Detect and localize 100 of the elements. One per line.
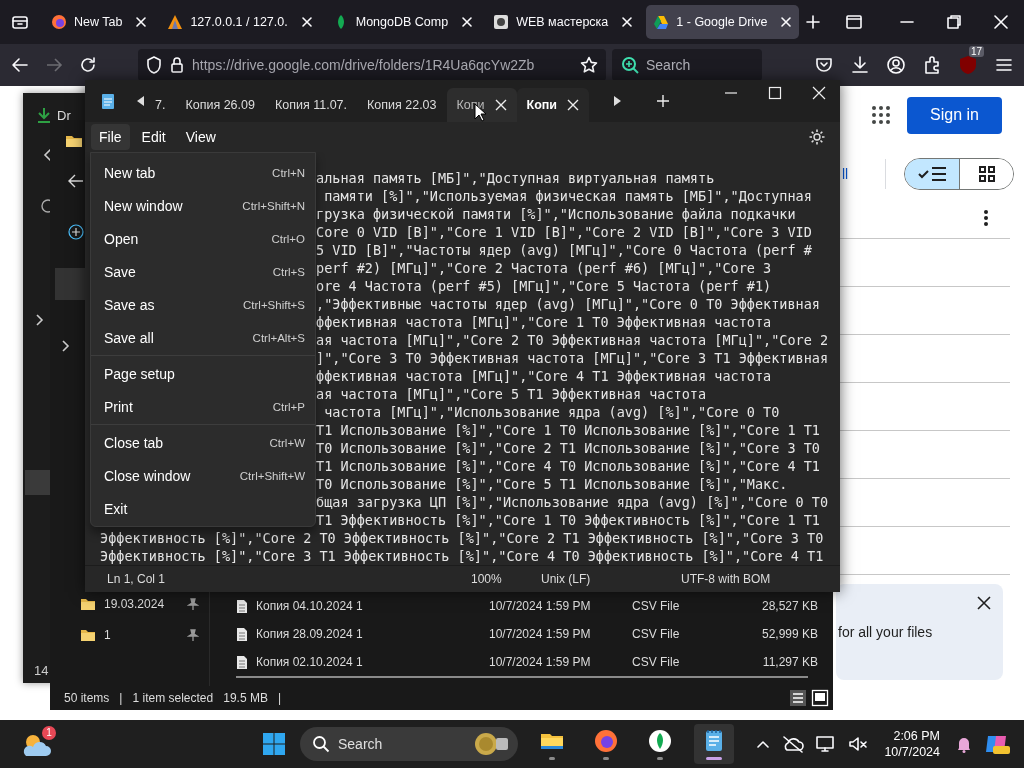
table-cell-text: 28,527 KB <box>760 599 818 613</box>
apps-grid-icon[interactable] <box>871 105 891 125</box>
text-line: ффективная частота [МГц]","Core 4 T1 Эффективная частота <box>316 367 773 385</box>
text-line: грузка физической памяти [%]","Использование файла подкачки <box>316 205 797 223</box>
text-line: T1 Использование [%]","Core 1 T0 Использование [%]","Core 1 T1 <box>316 421 821 439</box>
grid-icon <box>976 164 997 184</box>
download-icon[interactable] <box>850 55 870 75</box>
cloud-off-icon[interactable] <box>782 735 805 753</box>
account-icon[interactable] <box>886 55 906 75</box>
window-icon[interactable] <box>845 14 864 30</box>
menu-option[interactable]: Save as Ctrl+Shift+S <box>91 288 315 321</box>
file-name[interactable]: Копия 28.09.2024 1 <box>256 627 481 641</box>
file-name[interactable]: Копия 04.10.2024 1 <box>256 599 481 613</box>
close-icon[interactable] <box>977 596 991 610</box>
table-cell-text: 52,999 KB <box>760 627 818 641</box>
restore-icon[interactable] <box>947 15 961 29</box>
notepad-icon <box>101 92 115 110</box>
star-icon[interactable] <box>580 56 598 74</box>
browser-tab[interactable]: WEB мастерска <box>486 5 641 39</box>
menu-option[interactable]: Save all Ctrl+Alt+S <box>91 321 315 354</box>
sign-in-button[interactable]: Sign in <box>907 96 1002 134</box>
details-view-icon[interactable] <box>789 689 807 707</box>
text-line: perf #2) [МГц]","Core 2 Частота (perf #6) [МГц]","Core 3 <box>316 259 773 277</box>
clock-date[interactable]: 10/7/2024 <box>884 744 940 760</box>
browser-tab[interactable]: 1 - Google Drive <box>646 5 800 39</box>
add-icon[interactable] <box>68 224 84 240</box>
status-text: Unix (LF) <box>541 572 592 586</box>
text-line: альная память [МБ]","Доступная виртуальная память <box>316 169 716 187</box>
folder-icon[interactable] <box>65 134 83 148</box>
chevron-right-icon[interactable] <box>62 340 70 352</box>
leaf-icon <box>647 728 673 754</box>
menu-item[interactable]: View <box>177 124 224 150</box>
chevron-right-icon <box>36 314 44 326</box>
editor-tab[interactable]: Копия 22.03 <box>357 88 447 122</box>
maximize-icon[interactable] <box>768 86 782 100</box>
lock-icon <box>170 56 184 74</box>
text-line: ,"Эффективные частоты ядер (avg) [МГц]","Core 0 T0 Эффективная <box>316 295 821 313</box>
more-options-icon[interactable] <box>984 210 988 226</box>
menu-option[interactable]: Close window Ctrl+Shift+W <box>91 459 315 492</box>
grid-view-button[interactable] <box>959 159 1013 189</box>
menu-option[interactable]: Page setup <box>91 357 315 390</box>
start-icon[interactable] <box>262 732 286 756</box>
document-icon <box>236 626 248 642</box>
puzzle-icon[interactable] <box>922 55 942 75</box>
menu-option[interactable]: Open Ctrl+O <box>91 222 315 255</box>
view-toggle[interactable] <box>904 158 1014 190</box>
text-line: Эффективность [%]","Core 3 T1 Эффективность [%]","Core 4 T0 Эффективность [%]","Core 4 T1 <box>99 547 825 565</box>
menu-option[interactable]: Close tab Ctrl+W <box>91 426 315 459</box>
firefox-icon <box>593 728 619 754</box>
browser-tab[interactable]: 127.0.0.1 / 127.0. <box>160 5 320 39</box>
reload-icon[interactable] <box>78 55 98 75</box>
bell-icon[interactable] <box>956 735 972 753</box>
new-tab-icon[interactable] <box>657 95 670 107</box>
editor-tab[interactable]: 7. <box>145 88 176 122</box>
settings-icon[interactable] <box>808 128 826 146</box>
sidebar-item[interactable]: 1 <box>50 619 209 650</box>
status-text: 50 items <box>64 691 110 705</box>
menu-option[interactable]: New window Ctrl+Shift+N <box>91 189 315 222</box>
table-cell-text: CSV File <box>632 627 681 641</box>
back-icon[interactable] <box>10 55 30 75</box>
scrollbar[interactable] <box>236 676 808 678</box>
link-text[interactable]: ll <box>842 166 849 182</box>
menu-item[interactable]: Edit <box>133 124 174 150</box>
editor-tab[interactable]: Копия 11.07. <box>264 88 357 122</box>
search-field[interactable]: Search <box>300 727 518 761</box>
text-line: T1 Эффективность [%]","Core 1 T0 Эффективность [%]","Core 1 T1 <box>316 511 821 529</box>
speaker-muted-icon[interactable] <box>848 735 869 753</box>
list-view-button[interactable] <box>905 159 959 189</box>
search-field[interactable]: Search <box>612 49 762 81</box>
editor-tab[interactable]: Копия 26.09 <box>175 88 265 122</box>
file-name[interactable]: Копия 02.10.2024 1 <box>256 655 481 669</box>
menu-option[interactable]: Save Ctrl+S <box>91 255 315 288</box>
pocket-icon[interactable] <box>814 55 834 75</box>
triangle-logo-icon <box>653 14 670 30</box>
table-cell-text: 11,297 KB <box>761 655 818 669</box>
sidebar-label: Dr <box>57 107 71 123</box>
menu-option[interactable]: Exit <box>91 492 315 525</box>
table-cell-text: 10/7/2024 1:59 PM <box>489 599 592 613</box>
text-line: ая частота [МГц]","Core 5 T1 Эффективная частота <box>316 385 708 403</box>
menu-option[interactable]: New tab Ctrl+N <box>91 156 315 189</box>
tiles-view-icon[interactable] <box>811 689 829 707</box>
scroll-right-icon[interactable] <box>613 96 622 106</box>
notepad-button[interactable] <box>694 724 734 764</box>
monitor-icon[interactable] <box>816 735 837 753</box>
sidebar-item[interactable]: 19.03.2024 <box>50 588 209 619</box>
browser-tab[interactable]: New Tab <box>44 5 155 39</box>
text-line: ore 4 Частота (perf #5) [МГц]","Core 5 Частота (perf #1) <box>316 277 773 295</box>
firefox-icon <box>51 14 67 30</box>
status-text: 100% <box>471 572 503 586</box>
menu-option[interactable]: Print Ctrl+P <box>91 390 315 423</box>
browser-tab[interactable]: MongoDB Comp <box>325 5 481 39</box>
address-field[interactable]: https://drive.google.com/drive/folders/1R4Ua6qcYw2Zb <box>138 49 606 81</box>
back-icon[interactable] <box>68 174 84 188</box>
scroll-left-icon[interactable] <box>137 96 145 106</box>
search-icon <box>620 55 640 75</box>
editor-tab[interactable]: Копи <box>516 88 590 122</box>
shield-icon <box>146 56 162 74</box>
close-icon[interactable] <box>461 16 474 28</box>
clock-time[interactable]: 2:06 PM <box>893 728 940 744</box>
menu-item[interactable]: File <box>91 124 130 150</box>
